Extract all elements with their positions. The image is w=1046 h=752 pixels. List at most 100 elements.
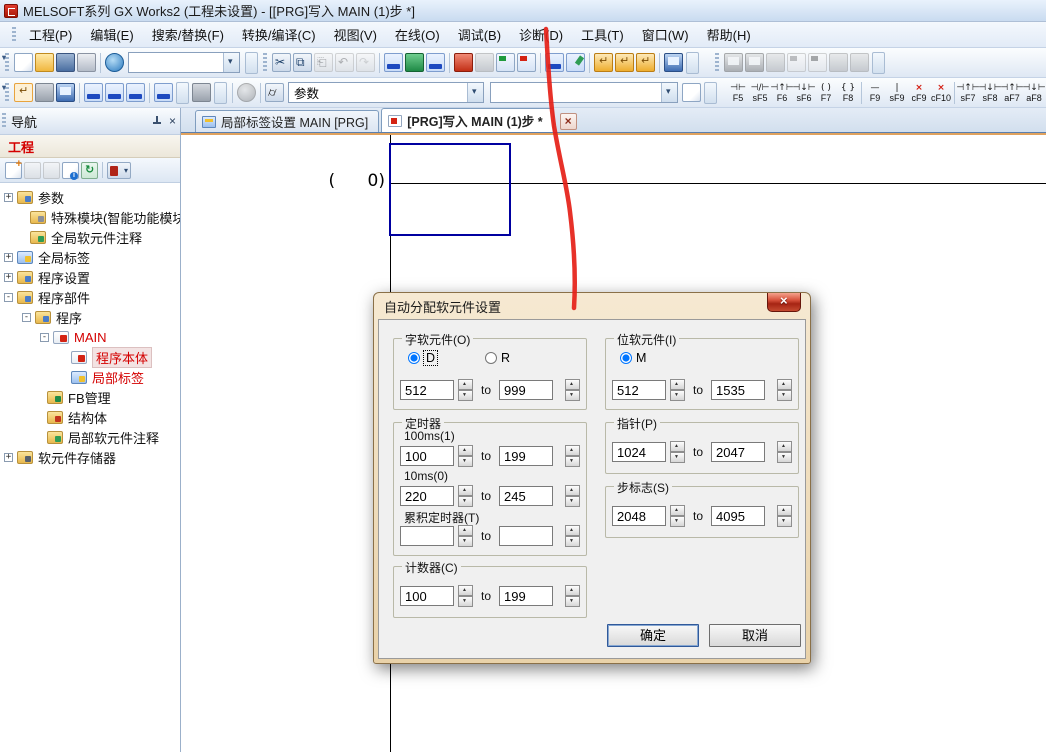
new-item-icon[interactable]: [5, 162, 22, 179]
rising-pulse-branch-button[interactable]: ⊣↑⊢aF7: [1001, 79, 1023, 106]
pointer-from-field[interactable]: [612, 442, 666, 462]
falling-pulse-branch-button[interactable]: ⊣↓⊢aF8: [1023, 79, 1045, 106]
tree-item-global-device-comment[interactable]: 全局软元件注释: [0, 227, 180, 247]
spinner[interactable]: [458, 485, 473, 507]
pointer-jump-icon[interactable]: [615, 53, 634, 72]
toolbar-expand-icon[interactable]: [245, 52, 258, 74]
word-from-field[interactable]: [400, 380, 454, 400]
bit-to-field[interactable]: [711, 380, 765, 400]
timer-10ms-to-field[interactable]: [499, 486, 553, 506]
dialog-close-icon[interactable]: [767, 293, 801, 312]
device-monitor-icon[interactable]: [405, 53, 424, 72]
redo-icon[interactable]: [356, 53, 375, 72]
spinner[interactable]: [670, 441, 685, 463]
radio-m-input[interactable]: [620, 352, 632, 364]
chevron-down-icon[interactable]: [223, 53, 239, 72]
radio-d[interactable]: D: [408, 351, 437, 365]
pointer-to-field[interactable]: [711, 442, 765, 462]
close-icon[interactable]: ×: [169, 115, 176, 127]
menu-project[interactable]: 工程(P): [20, 22, 81, 47]
expand-toggle[interactable]: -: [40, 333, 49, 342]
application-instruction-button[interactable]: { }F8: [837, 79, 859, 106]
toolbar-overflow-icon[interactable]: [686, 52, 699, 74]
bit-to-spinner[interactable]: [777, 379, 792, 401]
closed-contact-button[interactable]: ⊣/⊢sF5: [749, 79, 771, 106]
copy-icon[interactable]: [293, 53, 312, 72]
menu-debug[interactable]: 调试(B): [449, 22, 510, 47]
expand-toggle[interactable]: +: [4, 273, 13, 282]
tree-item-pou[interactable]: -程序部件: [0, 287, 180, 307]
device-comment-list-icon[interactable]: [84, 83, 103, 102]
timer-100ms-from-field[interactable]: [400, 446, 454, 466]
spinner[interactable]: [458, 525, 473, 547]
coil-button[interactable]: ( )F7: [815, 79, 837, 106]
program-combo[interactable]: [128, 52, 240, 73]
radio-r[interactable]: R: [485, 351, 510, 365]
step-relay-from-field[interactable]: [612, 506, 666, 526]
paste-icon[interactable]: [314, 53, 333, 72]
timer-100ms-to-field[interactable]: [499, 446, 553, 466]
new-project-icon[interactable]: [14, 53, 33, 72]
document-search-icon[interactable]: [682, 83, 701, 102]
step-relay-to-field[interactable]: [711, 506, 765, 526]
expand-toggle[interactable]: +: [4, 453, 13, 462]
radio-r-input[interactable]: [485, 352, 497, 364]
copy-icon[interactable]: [24, 162, 41, 179]
word-to-spinner[interactable]: [565, 379, 580, 401]
monitor-mode-icon[interactable]: [664, 53, 683, 72]
tree-item-structure[interactable]: 结构体: [0, 407, 180, 427]
find-icon[interactable]: [265, 83, 284, 102]
tree-item-parameter[interactable]: +参数: [0, 187, 180, 207]
device-memory-icon[interactable]: [105, 83, 124, 102]
spinner[interactable]: [565, 485, 580, 507]
tree-item-special-module[interactable]: 特殊模块(智能功能模块): [0, 207, 180, 227]
read-from-plc-icon[interactable]: [475, 53, 494, 72]
dialog-titlebar[interactable]: 自动分配软元件设置: [374, 293, 810, 319]
delete-horizontal-line-button[interactable]: ×cF9: [908, 79, 930, 106]
window-titlebar[interactable]: MELSOFT系列 GX Works2 (工程未设置) - [[PRG]写入 M…: [0, 0, 1046, 22]
menu-diagnostics[interactable]: 诊断(D): [510, 22, 572, 47]
tree-item-program-setting[interactable]: +程序设置: [0, 267, 180, 287]
menu-online[interactable]: 在线(O): [386, 22, 449, 47]
device-search-dropdown-icon[interactable]: [192, 83, 211, 102]
chevron-down-icon[interactable]: [214, 82, 227, 104]
help-icon[interactable]: [105, 53, 124, 72]
paste-icon[interactable]: [43, 162, 60, 179]
module-configuration-icon[interactable]: [35, 83, 54, 102]
toolbar-overflow-icon[interactable]: [872, 52, 885, 74]
word-from-spinner[interactable]: [458, 379, 473, 401]
monitor-stop-icon[interactable]: [745, 53, 764, 72]
tree-item-fb-management[interactable]: FB管理: [0, 387, 180, 407]
open-project-icon[interactable]: [35, 53, 54, 72]
retentive-timer-to-field[interactable]: [499, 526, 553, 546]
cancel-button[interactable]: 取消: [709, 624, 801, 647]
tree-item-program-body[interactable]: 程序本体: [0, 347, 180, 367]
secondary-combo[interactable]: [490, 82, 678, 103]
menu-compile[interactable]: 转换/编译(C): [233, 22, 325, 47]
menu-tools[interactable]: 工具(T): [572, 22, 633, 47]
spinner[interactable]: [458, 585, 473, 607]
chevron-down-icon[interactable]: [467, 83, 483, 102]
statement-jump-icon[interactable]: [594, 53, 613, 72]
device-comment-search-icon[interactable]: [384, 53, 403, 72]
monitor-read-search-icon[interactable]: [517, 53, 536, 72]
tree-item-device-memory[interactable]: +软元件存储器: [0, 447, 180, 467]
counter-to-field[interactable]: [499, 586, 553, 606]
monitor-start-icon[interactable]: [724, 53, 743, 72]
navigation-window-icon[interactable]: [14, 83, 33, 102]
tab-prg-write-main[interactable]: [PRG]写入 MAIN (1)步 *: [381, 108, 553, 132]
refresh-icon[interactable]: [81, 162, 98, 179]
help-icon[interactable]: [237, 83, 256, 102]
toolbar-overflow-icon[interactable]: [704, 82, 717, 104]
pin-icon[interactable]: [151, 115, 163, 127]
menu-window[interactable]: 窗口(W): [633, 22, 698, 47]
tab-local-label-setting[interactable]: 局部标签设置 MAIN [PRG]: [195, 110, 379, 132]
device-test-icon[interactable]: [566, 53, 585, 72]
watch-start-icon[interactable]: [787, 53, 806, 72]
expand-toggle[interactable]: +: [4, 253, 13, 262]
bit-from-field[interactable]: [612, 380, 666, 400]
target-combo[interactable]: 参数: [288, 82, 484, 103]
tab-close-icon[interactable]: [560, 113, 577, 130]
device-grid-icon[interactable]: [126, 83, 145, 102]
tree-item-local-label[interactable]: 局部标签: [0, 367, 180, 387]
